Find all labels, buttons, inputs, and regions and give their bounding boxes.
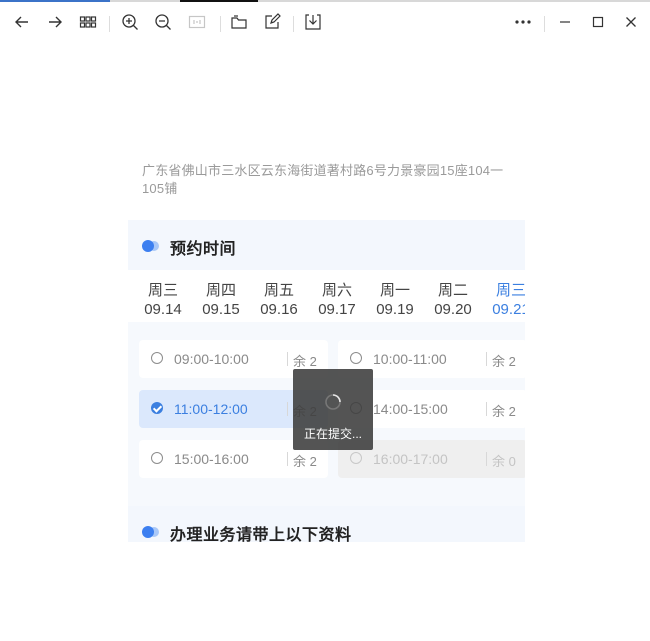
- viewer-toolbar: [0, 4, 650, 40]
- more-icon[interactable]: [509, 8, 537, 36]
- section-dot-icon: [142, 240, 160, 252]
- close-icon[interactable]: [617, 8, 645, 36]
- toolbar-divider: [220, 16, 221, 32]
- booking-time-title: 预约时间: [170, 241, 237, 258]
- day-tab[interactable]: 周五 09.16: [250, 281, 308, 319]
- booking-time-header: 预约时间: [128, 220, 525, 270]
- maximize-icon[interactable]: [584, 8, 612, 36]
- loading-toast: 正在提交...: [293, 369, 373, 450]
- date-selector: 周三 09.14 周四 09.15 周五 09.16 周六 09.17 周一 0…: [128, 270, 525, 322]
- toolbar-divider: [544, 16, 545, 32]
- materials-header: 办理业务请带上以下资料: [128, 506, 525, 542]
- spinner-icon: [325, 394, 341, 410]
- toolbar-divider: [109, 16, 110, 32]
- radio-icon: [350, 452, 362, 464]
- day-tab[interactable]: 周六 09.17: [308, 281, 366, 319]
- minimize-icon[interactable]: [551, 8, 579, 36]
- materials-title: 办理业务请带上以下资料: [170, 527, 352, 542]
- section-dot-icon: [142, 526, 160, 538]
- toast-message: 正在提交...: [303, 427, 362, 441]
- loading-progress-segment: [180, 0, 258, 2]
- day-tab-active[interactable]: 周三 09.21: [482, 281, 525, 319]
- open-folder-icon[interactable]: [225, 8, 253, 36]
- grid-icon[interactable]: [74, 8, 102, 36]
- day-tab[interactable]: 周四 09.15: [192, 281, 250, 319]
- radio-icon: [350, 352, 362, 364]
- radio-icon: [151, 352, 163, 364]
- forward-arrow-icon[interactable]: [41, 8, 69, 36]
- back-arrow-icon[interactable]: [8, 8, 36, 36]
- loading-progress-track: [0, 0, 650, 2]
- day-tab[interactable]: 周二 09.20: [424, 281, 482, 319]
- download-icon[interactable]: [299, 8, 327, 36]
- zoom-in-icon[interactable]: [116, 8, 144, 36]
- checked-radio-icon: [151, 402, 163, 414]
- loading-progress-fill: [0, 0, 110, 2]
- toolbar-divider: [293, 16, 294, 32]
- store-address: 广东省佛山市三水区云东海街道著村路6号力景豪园15座104一105铺: [142, 163, 504, 196]
- day-tab[interactable]: 周一 09.19: [366, 281, 424, 319]
- day-tab[interactable]: 周三 09.14: [134, 281, 192, 319]
- fit-page-icon: [183, 8, 211, 36]
- edit-icon[interactable]: [258, 8, 286, 36]
- zoom-out-icon[interactable]: [149, 8, 177, 36]
- radio-icon: [151, 452, 163, 464]
